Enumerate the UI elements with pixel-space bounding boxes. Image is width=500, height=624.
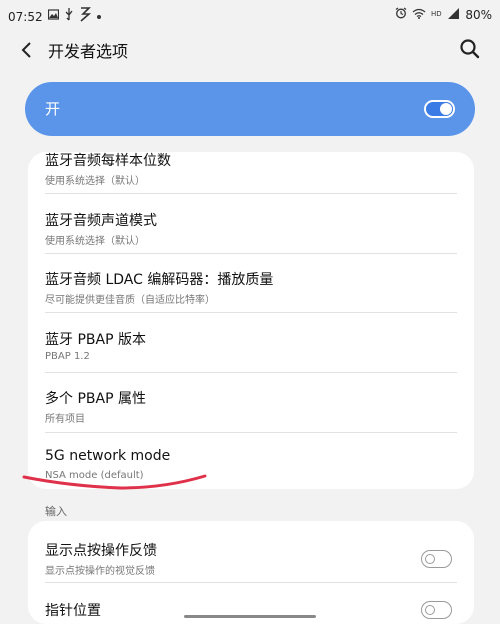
dot-icon	[96, 10, 102, 24]
settings-list: 蓝牙音频每样本位数 使用系统选择（默认） 蓝牙音频声道模式 使用系统选择（默认）…	[28, 152, 474, 489]
wifi-icon	[412, 8, 426, 23]
item-title: 5G network mode	[45, 448, 171, 464]
item-title: 蓝牙音频 LDAC 编解码器：播放质量	[45, 272, 274, 288]
divider	[45, 582, 457, 583]
divider	[45, 312, 457, 313]
alarm-icon	[395, 7, 407, 23]
item-title: 显示点按操作反馈	[45, 543, 157, 559]
signal-icon	[448, 7, 460, 23]
list-item-5g-network-mode[interactable]: 5G network mode NSA mode (default)	[28, 437, 474, 489]
item-subtitle: 显示点按操作的视觉反馈	[45, 566, 155, 577]
item-subtitle: PBAP 1.2	[45, 351, 90, 362]
usb-debug-icon	[64, 8, 74, 25]
list-item[interactable]: 蓝牙音频每样本位数 使用系统选择（默认）	[28, 152, 474, 198]
pointer-location-toggle[interactable]	[421, 601, 452, 619]
status-bar: 07:52 HD 80%	[0, 0, 500, 30]
item-subtitle: 使用系统选择（默认）	[45, 236, 145, 247]
item-subtitle: 使用系统选择（默认）	[45, 176, 145, 187]
item-subtitle: 所有项目	[45, 414, 85, 425]
list-item[interactable]: 多个 PBAP 属性 所有项目	[28, 377, 474, 436]
back-button[interactable]	[14, 36, 42, 64]
app-header: 开发者选项	[0, 30, 500, 70]
list-item[interactable]: 蓝牙音频 LDAC 编解码器：播放质量 尽可能提供更佳音质（自适应比特率）	[28, 258, 474, 317]
search-button[interactable]	[458, 37, 482, 61]
item-title: 蓝牙 PBAP 版本	[45, 332, 146, 348]
item-title: 指针位置	[45, 603, 101, 619]
divider	[45, 253, 457, 254]
gallery-icon	[47, 9, 59, 24]
toggle-knob	[425, 553, 435, 564]
item-title: 蓝牙音频声道模式	[45, 213, 157, 229]
list-item-show-taps[interactable]: 显示点按操作反馈 显示点按操作的视觉反馈	[28, 529, 474, 588]
list-item[interactable]: 蓝牙音频声道模式 使用系统选择（默认）	[28, 199, 474, 258]
divider	[45, 432, 457, 433]
list-item[interactable]: 蓝牙 PBAP 版本 PBAP 1.2	[28, 318, 474, 377]
divider	[45, 372, 457, 373]
master-toggle[interactable]	[424, 100, 455, 118]
item-subtitle: NSA mode (default)	[45, 470, 144, 481]
toggle-knob	[440, 103, 452, 115]
master-switch-label: 开	[45, 100, 61, 118]
item-title: 蓝牙音频每样本位数	[45, 153, 171, 169]
item-subtitle: 尽可能提供更佳音质（自适应比特率）	[45, 295, 215, 306]
divider	[45, 193, 457, 194]
item-title: 多个 PBAP 属性	[45, 391, 146, 407]
developer-options-master-switch[interactable]: 开	[25, 82, 475, 136]
navigation-handle[interactable]	[184, 615, 316, 618]
svg-text:HD: HD	[431, 10, 442, 18]
section-header-input: 输入	[45, 505, 67, 518]
search-icon	[460, 39, 480, 59]
lightning-icon	[79, 7, 91, 26]
input-settings-list: 显示点按操作反馈 显示点按操作的视觉反馈 指针位置	[28, 521, 474, 624]
hd-icon: HD	[431, 8, 443, 22]
status-time: 07:52	[8, 9, 43, 24]
show-taps-toggle[interactable]	[421, 550, 452, 568]
page-title: 开发者选项	[48, 42, 129, 61]
back-arrow-icon	[21, 42, 31, 58]
status-right: HD 80%	[395, 7, 492, 23]
battery-level: 80%	[465, 8, 492, 22]
list-item-pointer-location[interactable]: 指针位置	[28, 589, 474, 624]
toggle-knob	[425, 604, 435, 615]
status-left: 07:52	[8, 7, 102, 26]
